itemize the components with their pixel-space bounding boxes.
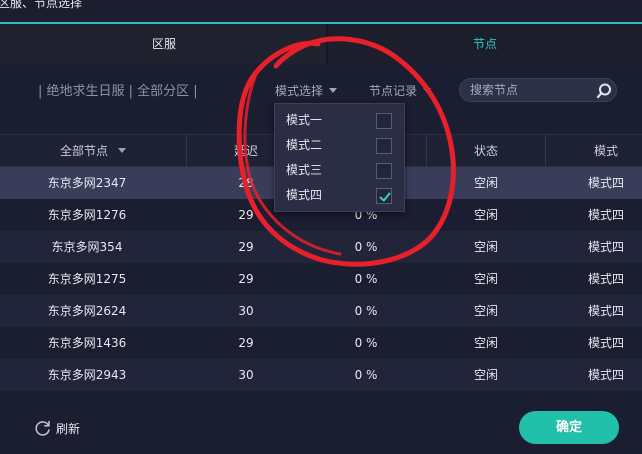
status-value: 空闲 xyxy=(473,240,498,254)
mode-option-checkbox[interactable] xyxy=(376,138,392,154)
column-mode-label: 模式 xyxy=(593,144,618,158)
column-all-nodes[interactable]: 全部节点 xyxy=(0,135,186,168)
node-name: 东京多网1436 xyxy=(47,336,127,350)
search-icon[interactable] xyxy=(596,82,614,100)
chevron-down-icon xyxy=(118,148,126,153)
mode-value: 模式四 xyxy=(587,336,624,350)
node-name: 东京多网2624 xyxy=(47,304,127,318)
table-row[interactable]: 东京多网2624 30 0 % 空闲 模式四 xyxy=(0,295,642,327)
latency-value: 29 xyxy=(238,272,254,286)
refresh-label: 刷新 xyxy=(56,422,81,436)
mode-option-4[interactable]: 模式四 xyxy=(275,183,406,208)
node-record-dropdown[interactable]: 节点记录 xyxy=(369,82,432,99)
table-row[interactable]: 东京多网354 29 0 % 空闲 模式四 xyxy=(0,231,642,263)
latency-value: 30 xyxy=(238,368,254,382)
check-icon xyxy=(379,192,391,202)
status-value: 空闲 xyxy=(473,368,498,382)
search-box xyxy=(459,78,617,102)
tab-server[interactable]: 区服 xyxy=(0,24,328,64)
mode-option-1[interactable]: 模式一 xyxy=(275,108,406,133)
status-value: 空闲 xyxy=(473,176,498,190)
loss-value: 0 % xyxy=(354,272,378,286)
mode-value: 模式四 xyxy=(587,240,624,254)
mode-value: 模式四 xyxy=(587,368,624,382)
column-mode[interactable]: 模式 xyxy=(546,135,642,168)
status-value: 空闲 xyxy=(473,272,498,286)
mode-option-3[interactable]: 模式三 xyxy=(275,158,406,183)
mode-select-popup: 模式一 模式二 模式三 模式四 xyxy=(274,103,405,212)
loss-value: 0 % xyxy=(354,368,378,382)
tab-divider xyxy=(326,24,328,64)
table-row[interactable]: 东京多网1275 29 0 % 空闲 模式四 xyxy=(0,263,642,295)
refresh-icon xyxy=(35,420,50,436)
mode-select-dropdown[interactable]: 模式选择 xyxy=(275,82,338,99)
column-status-label: 状态 xyxy=(473,144,498,158)
node-record-label: 节点记录 xyxy=(369,84,418,98)
mode-select-label: 模式选择 xyxy=(275,84,324,98)
mode-option-label: 模式一 xyxy=(286,113,323,127)
node-name: 东京多网2943 xyxy=(47,368,127,382)
tab-node[interactable]: 节点 xyxy=(328,24,642,64)
window-title: 区服、节点选择 xyxy=(0,0,83,10)
chevron-down-icon xyxy=(329,88,338,93)
node-name: 东京多网1275 xyxy=(47,272,127,286)
mode-option-label: 模式二 xyxy=(286,138,323,152)
mode-value: 模式四 xyxy=(587,272,624,286)
latency-value: 29 xyxy=(238,336,254,350)
search-input[interactable] xyxy=(470,82,590,98)
column-status[interactable]: 状态 xyxy=(427,135,545,168)
breadcrumb: | 绝地求生日服 | 全部分区 | xyxy=(38,84,198,99)
mode-option-checkbox[interactable] xyxy=(376,163,392,179)
mode-option-checkbox[interactable] xyxy=(376,188,392,204)
mode-value: 模式四 xyxy=(587,208,624,222)
mode-option-label: 模式三 xyxy=(286,163,323,177)
status-value: 空闲 xyxy=(473,336,498,350)
latency-value: 29 xyxy=(238,240,254,254)
column-all-nodes-label: 全部节点 xyxy=(59,144,108,158)
mode-option-label: 模式四 xyxy=(286,188,323,202)
chevron-down-icon xyxy=(423,88,432,93)
tab-bar: 区服 节点 xyxy=(0,24,642,64)
column-latency-label: 延迟 xyxy=(233,144,258,158)
loss-value: 0 % xyxy=(354,336,378,350)
window-title-bar: 区服、节点选择 xyxy=(0,0,642,22)
mode-option-checkbox[interactable] xyxy=(376,113,392,129)
status-value: 空闲 xyxy=(473,208,498,222)
node-name: 东京多网1276 xyxy=(47,208,127,222)
status-value: 空闲 xyxy=(473,304,498,318)
table-row[interactable]: 东京多网1436 29 0 % 空闲 模式四 xyxy=(0,327,642,359)
loss-value: 0 % xyxy=(354,304,378,318)
loss-value: 0 % xyxy=(354,240,378,254)
node-name: 东京多网354 xyxy=(51,240,123,254)
mode-value: 模式四 xyxy=(587,176,624,190)
table-row[interactable]: 东京多网2943 30 0 % 空闲 模式四 xyxy=(0,359,642,391)
latency-value: 30 xyxy=(238,304,254,318)
confirm-button[interactable]: 确定 xyxy=(519,411,619,444)
mode-value: 模式四 xyxy=(587,304,624,318)
mode-option-2[interactable]: 模式二 xyxy=(275,133,406,158)
node-name: 东京多网2347 xyxy=(47,176,127,190)
